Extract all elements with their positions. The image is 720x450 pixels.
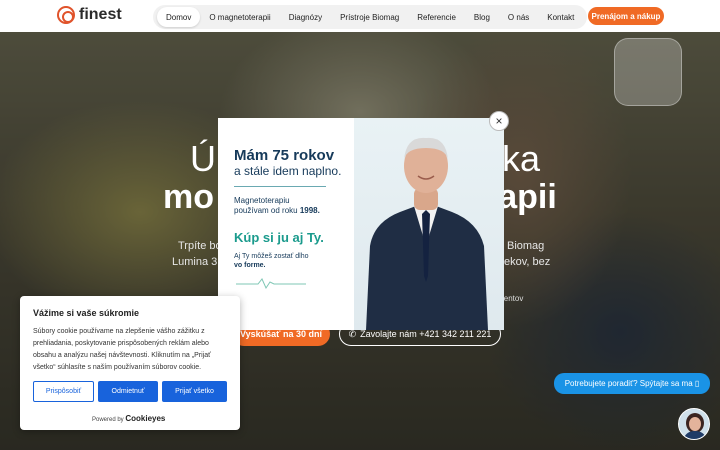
- promo-modal: Mám 75 rokov a stále idem naplno. Magnet…: [218, 118, 504, 330]
- top-navbar: finest Domov O magnetoterapii Diagnózy P…: [0, 0, 720, 32]
- modal-divider: [234, 186, 326, 187]
- nav-item-o-nas[interactable]: O nás: [499, 7, 538, 27]
- modal-paragraph-1: Magnetoterapiu používam od roku 1998.: [234, 196, 320, 215]
- cookie-customize-button[interactable]: Prispôsobiť: [33, 381, 94, 402]
- logo-mark-icon: [57, 6, 75, 24]
- cookie-powered-by: Powered by Cookieyes: [92, 414, 166, 423]
- modal-cta-text: Kúp si ju aj Ty.: [234, 230, 324, 245]
- nav-item-referencie[interactable]: Referencie: [408, 7, 465, 27]
- hero-title-line2-left: mo: [163, 178, 214, 216]
- nav-item-blog[interactable]: Blog: [465, 7, 499, 27]
- nav-item-domov[interactable]: Domov: [157, 7, 201, 27]
- hero-title-line1-right: ka: [502, 138, 541, 179]
- man-in-suit-photo: [366, 137, 488, 330]
- modal-headline: Mám 75 rokov: [234, 147, 335, 164]
- chat-agent-avatar[interactable]: [678, 408, 710, 440]
- call-us-label: Zavolajte nám +421 342 211 221: [360, 329, 492, 339]
- phone-icon: ✆: [348, 328, 357, 339]
- heartbeat-line-icon: [236, 278, 306, 290]
- decorative-glass-tile: [614, 38, 682, 106]
- cookie-text: Súbory cookie používame na zlepšenie váš…: [33, 328, 211, 371]
- cookie-reject-button[interactable]: Odmietnuť: [98, 381, 158, 402]
- nav-item-kontakt[interactable]: Kontakt: [538, 7, 583, 27]
- cookie-title: Vážime si vaše súkromie: [33, 308, 140, 318]
- cookie-banner: Vážime si vaše súkromie Súbory cookie po…: [20, 296, 240, 430]
- modal-subheadline: a stále idem naplno.: [234, 164, 342, 178]
- nav-item-pristroje-biomag[interactable]: Prístroje Biomag: [331, 7, 408, 27]
- main-menu: Domov O magnetoterapii Diagnózy Prístroj…: [153, 5, 588, 29]
- rent-buy-button[interactable]: Prenájom a nákup: [588, 7, 664, 25]
- hero-title-line1-left: Ú: [190, 138, 216, 179]
- logo[interactable]: finest: [57, 6, 122, 24]
- modal-paragraph-2: Aj Ty môžeš zostať dlho vo forme.: [234, 253, 309, 269]
- logo-text: finest: [79, 6, 122, 23]
- cookieyes-logo[interactable]: Cookieyes: [125, 414, 165, 423]
- chat-prompt-button[interactable]: Potrebujete poradiť? Spýtajte sa ma ▯: [554, 373, 710, 394]
- modal-close-button[interactable]: ×: [489, 111, 509, 131]
- cookie-accept-button[interactable]: Prijať všetko: [162, 381, 227, 402]
- nav-item-diagnozy[interactable]: Diagnózy: [280, 7, 331, 27]
- nav-item-o-magnetoterapii[interactable]: O magnetoterapii: [200, 7, 279, 27]
